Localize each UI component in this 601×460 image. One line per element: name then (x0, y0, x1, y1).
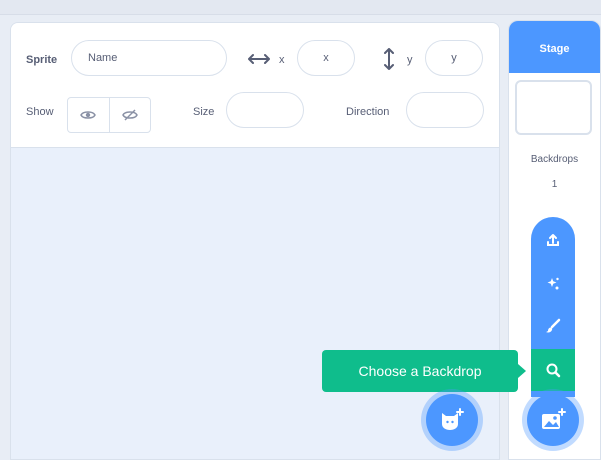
paint-icon (546, 318, 561, 333)
direction-input[interactable] (406, 92, 484, 128)
show-hidden-button[interactable] (108, 98, 151, 132)
backdrops-label: Backdrops (530, 154, 579, 165)
y-input[interactable] (425, 40, 483, 76)
y-label: y (407, 54, 413, 66)
size-input[interactable] (226, 92, 304, 128)
choose-backdrop-round-button[interactable] (527, 394, 579, 446)
size-label: Size (193, 106, 215, 118)
show-visible-button[interactable] (68, 98, 109, 132)
x-input[interactable] (297, 40, 355, 76)
sprite-info-panel: Sprite x y Show (11, 23, 499, 148)
surprise-backdrop-button[interactable] (531, 263, 575, 305)
upload-backdrop-button[interactable] (531, 219, 575, 261)
stage-header: Stage (509, 21, 600, 73)
choose-backdrop-button[interactable] (531, 349, 575, 391)
horizontal-arrows-icon (248, 54, 270, 64)
sprite-label: Sprite (26, 54, 58, 66)
backdrops-count: 1 (551, 179, 558, 190)
vertical-arrows-icon (384, 48, 394, 70)
eye-slash-icon (121, 109, 138, 121)
stage-thumbnail[interactable] (515, 80, 592, 135)
search-icon (546, 363, 561, 378)
surprise-icon (547, 277, 559, 290)
sprite-pane: Sprite x y Show (10, 22, 500, 460)
paint-backdrop-button[interactable] (531, 305, 575, 347)
x-label: x (279, 54, 285, 66)
eye-icon (80, 111, 97, 119)
sprite-name-input[interactable] (71, 40, 227, 76)
direction-label: Direction (346, 106, 390, 118)
show-label: Show (26, 106, 54, 118)
cat-icon (442, 408, 464, 430)
show-toggle-group (67, 97, 151, 133)
backdrop-image-icon (542, 408, 566, 429)
backdrop-menu (531, 217, 575, 397)
choose-sprite-button[interactable] (426, 394, 478, 446)
tooltip-tail (518, 364, 526, 378)
top-strip (0, 0, 601, 15)
choose-backdrop-tooltip: Choose a Backdrop (322, 350, 518, 392)
upload-icon (547, 234, 559, 246)
